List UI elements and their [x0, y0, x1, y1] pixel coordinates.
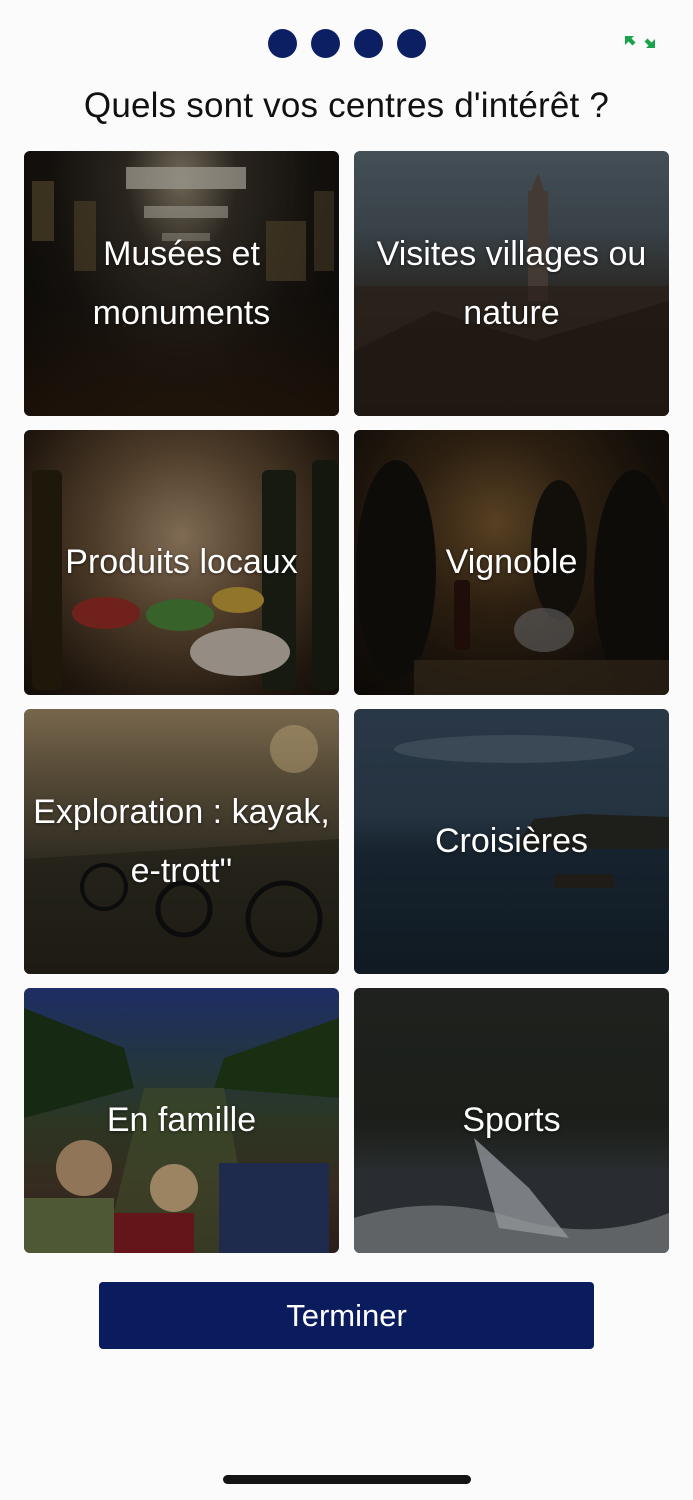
interest-tile-famille[interactable]: En famille — [24, 988, 339, 1253]
interest-label: Musées et monuments — [92, 234, 271, 332]
interest-tile-musees[interactable]: Musées et monuments — [24, 151, 339, 416]
expand-button[interactable] — [622, 33, 658, 51]
progress-dots — [0, 29, 693, 58]
interest-tile-vignoble[interactable]: Vignoble — [354, 430, 669, 695]
interest-tile-villages[interactable]: Visites villages ou nature — [354, 151, 669, 416]
finish-button[interactable]: Terminer — [99, 1282, 594, 1349]
interest-label: Sports — [462, 1101, 561, 1139]
home-indicator — [223, 1475, 471, 1484]
expand-arrows-icon — [625, 36, 655, 48]
interest-tile-sports[interactable]: Sports — [354, 988, 669, 1253]
page-title: Quels sont vos centres d'intérêt ? — [83, 86, 610, 125]
interest-tile-produits[interactable]: Produits locaux — [24, 430, 339, 695]
interest-label: Exploration : kayak, e-trott'' — [33, 792, 330, 890]
interest-label: Produits locaux — [65, 543, 298, 581]
interest-label: En famille — [106, 1101, 257, 1139]
interest-tile-exploration[interactable]: Exploration : kayak, e-trott'' — [24, 709, 339, 974]
interest-label: Vignoble — [445, 543, 578, 581]
progress-dot-1 — [267, 29, 297, 58]
progress-dot-4 — [396, 29, 426, 58]
progress-dot-2 — [310, 29, 340, 58]
interest-tile-croisieres[interactable]: Croisières — [354, 709, 669, 974]
interests-grid: Musées et monuments Visites villages ou … — [24, 151, 669, 1253]
progress-dot-3 — [353, 29, 383, 58]
interest-label: Visites villages ou nature — [376, 234, 647, 332]
interest-label: Croisières — [434, 822, 589, 860]
